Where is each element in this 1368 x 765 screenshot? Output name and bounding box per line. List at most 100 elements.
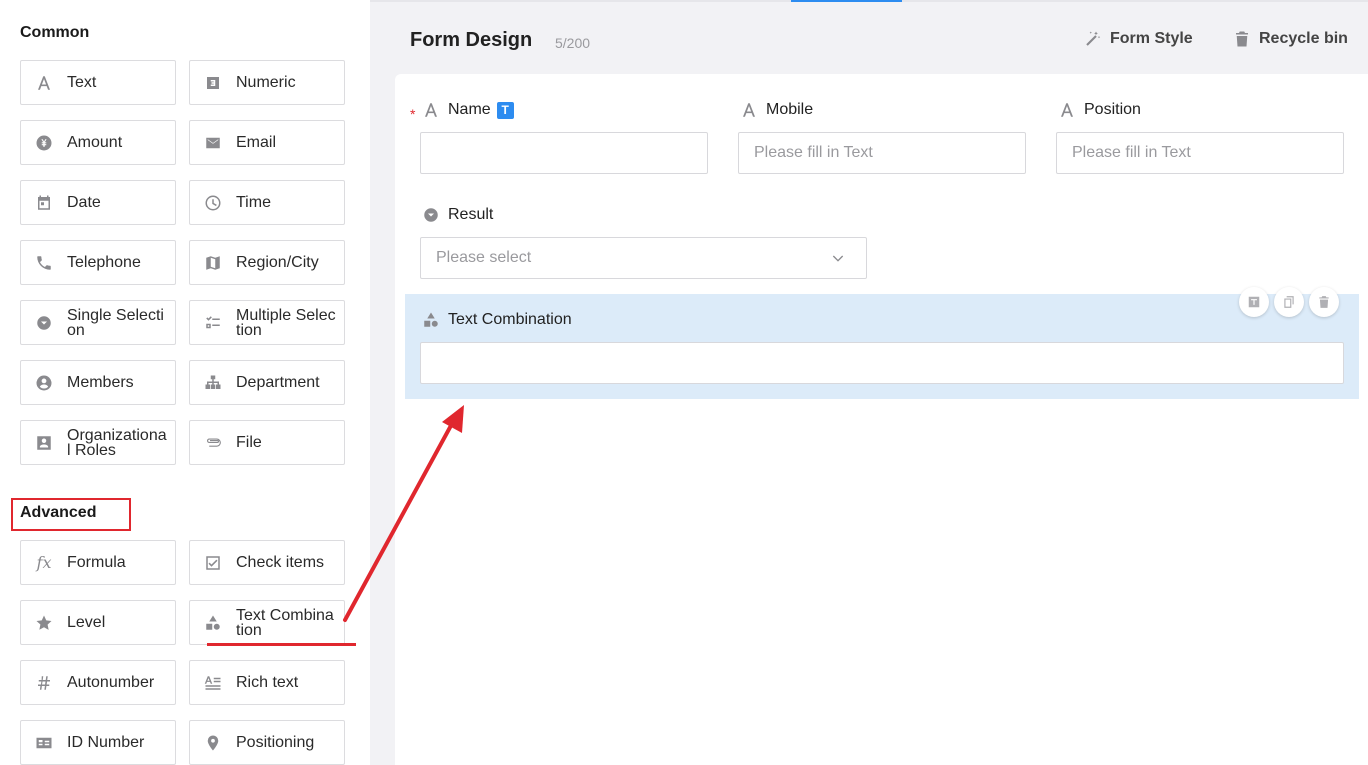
- component-label: Positioning: [236, 734, 315, 751]
- form-canvas: [395, 74, 1368, 765]
- component-telephone[interactable]: Telephone: [20, 240, 176, 285]
- active-tab-indicator: [791, 0, 902, 2]
- form-style-label: Form Style: [1110, 30, 1193, 47]
- annotation-underline: [207, 643, 356, 646]
- component-label: Numeric: [236, 74, 296, 91]
- position-placeholder: Please fill in Text: [1072, 144, 1191, 161]
- copy-icon: [1284, 296, 1294, 308]
- hash-icon: [21, 674, 67, 692]
- component-multiple-selection[interactable]: Multiple Selection: [189, 300, 345, 345]
- roles-icon: [21, 434, 67, 452]
- position-label-text: Position: [1084, 101, 1141, 118]
- component-label: Autonumber: [67, 674, 155, 691]
- mobile-field-label: Mobile: [740, 101, 813, 119]
- copy-field-button[interactable]: [1274, 287, 1304, 317]
- common-group-title: Common: [20, 24, 90, 41]
- component-amount[interactable]: Amount: [20, 120, 176, 165]
- component-organizational-roles[interactable]: Organizational Roles: [20, 420, 176, 465]
- text-combination-icon: [424, 312, 438, 327]
- dropdown-circle-icon: [424, 208, 438, 222]
- text-icon: [425, 103, 437, 117]
- id-card-icon: [21, 734, 67, 752]
- trash-icon: [1236, 31, 1248, 47]
- name-input[interactable]: [420, 132, 708, 174]
- text-icon: [1061, 103, 1073, 117]
- component-label: Rich text: [236, 674, 299, 691]
- amount-icon: [21, 134, 67, 152]
- trash-icon: [1319, 296, 1329, 308]
- result-placeholder: Please select: [436, 249, 532, 266]
- recycle-bin-button[interactable]: Recycle bin: [1233, 30, 1348, 48]
- text-icon: [743, 103, 755, 117]
- chevron-down-icon: [832, 255, 844, 262]
- component-text[interactable]: Text: [20, 60, 176, 105]
- component-level[interactable]: Level: [20, 600, 176, 645]
- mobile-label-text: Mobile: [766, 101, 814, 118]
- component-file[interactable]: File: [189, 420, 345, 465]
- component-positioning[interactable]: Positioning: [189, 720, 345, 765]
- component-label: ID Number: [67, 734, 145, 751]
- name-field-label: Name T: [422, 101, 514, 119]
- component-label: Multiple Selection: [236, 306, 336, 339]
- component-department[interactable]: Department: [189, 360, 345, 405]
- component-label: Email: [236, 134, 277, 151]
- telephone-icon: [21, 254, 67, 272]
- name-label-text: Name: [448, 101, 491, 118]
- field-type-button[interactable]: [1239, 287, 1269, 317]
- delete-field-button[interactable]: [1309, 287, 1339, 317]
- component-label: Time: [236, 194, 271, 211]
- department-icon: [190, 374, 236, 392]
- component-label: Level: [67, 614, 106, 631]
- page-title: Form Design: [410, 29, 533, 51]
- component-date[interactable]: Date: [20, 180, 176, 225]
- text-combination-input[interactable]: [420, 342, 1344, 384]
- component-label: Text: [67, 74, 97, 91]
- formula-icon: fx: [36, 553, 52, 572]
- date-icon: [21, 194, 67, 212]
- email-icon: [190, 134, 236, 152]
- mobile-placeholder: Please fill in Text: [754, 144, 873, 161]
- multiple-selection-icon: [190, 314, 236, 332]
- component-numeric[interactable]: Numeric: [189, 60, 345, 105]
- component-check-items[interactable]: Check items: [189, 540, 345, 585]
- text-icon: [21, 74, 67, 92]
- component-label: Date: [67, 194, 101, 211]
- single-selection-icon: [21, 314, 67, 332]
- map-icon: [190, 254, 236, 272]
- check-items-icon: [190, 554, 236, 572]
- component-id-number[interactable]: ID Number: [20, 720, 176, 765]
- text-combination-field-label: Text Combination: [422, 311, 572, 329]
- recycle-bin-label: Recycle bin: [1259, 30, 1348, 47]
- position-field-label: Position: [1058, 101, 1141, 119]
- component-label: Check items: [236, 554, 325, 571]
- component-members[interactable]: Members: [20, 360, 176, 405]
- magic-wand-icon: [1086, 31, 1101, 46]
- component-label: Organizational Roles: [67, 426, 167, 459]
- position-input[interactable]: Please fill in Text: [1056, 132, 1344, 174]
- text-type-badge: T: [496, 101, 514, 119]
- component-single-selection[interactable]: Single Selection: [20, 300, 176, 345]
- star-icon: [21, 614, 67, 632]
- text-combination-icon: [190, 614, 236, 632]
- advanced-group-title: Advanced: [20, 504, 97, 521]
- component-time[interactable]: Time: [189, 180, 345, 225]
- component-email[interactable]: Email: [189, 120, 345, 165]
- component-region-city[interactable]: Region/City: [189, 240, 345, 285]
- component-text-combination[interactable]: Text Combination: [189, 600, 345, 645]
- component-label: Amount: [67, 134, 123, 151]
- component-sidebar: Common Text Numeric Amount Email Date Ti…: [0, 0, 370, 765]
- mobile-input[interactable]: Please fill in Text: [738, 132, 1026, 174]
- component-formula[interactable]: fx Formula: [20, 540, 176, 585]
- result-field-label: Result: [422, 206, 493, 224]
- result-select[interactable]: Please select: [420, 237, 867, 279]
- required-mark: *: [410, 106, 416, 122]
- result-label-text: Result: [448, 206, 494, 223]
- text-type-icon: [1248, 296, 1260, 308]
- component-rich-text[interactable]: Rich text: [189, 660, 345, 705]
- form-style-button[interactable]: Form Style: [1084, 30, 1193, 48]
- file-icon: [190, 434, 236, 452]
- component-label: File: [236, 434, 262, 451]
- rich-text-icon: [190, 674, 236, 692]
- component-autonumber[interactable]: Autonumber: [20, 660, 176, 705]
- component-label: Region/City: [236, 254, 319, 271]
